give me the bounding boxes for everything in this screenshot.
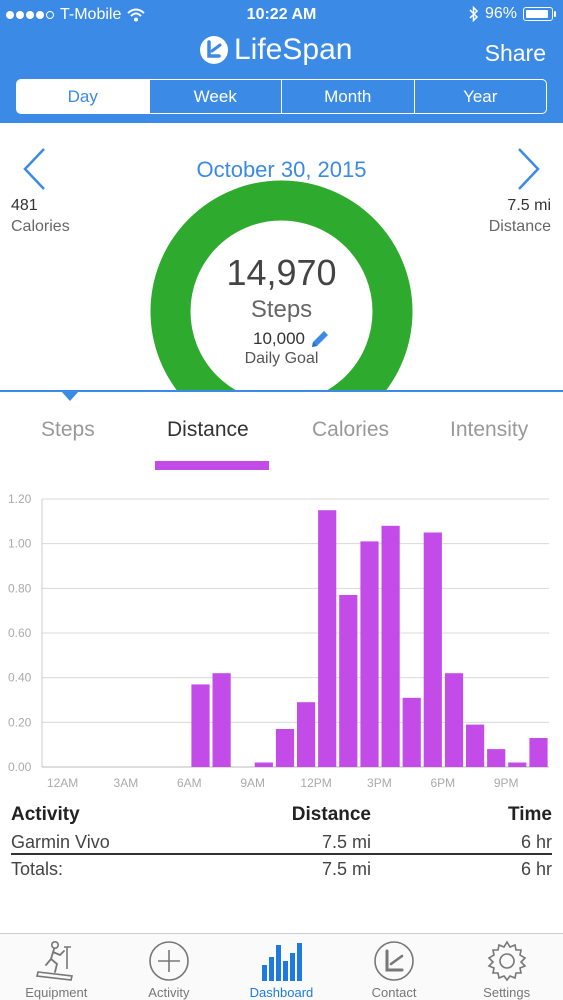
header-time: Time [507, 804, 552, 825]
header-distance: Distance [291, 804, 371, 825]
y-tick-label: 0.80 [8, 581, 32, 595]
row-distance: 7.5 mi [321, 832, 371, 852]
y-tick-label: 0.20 [8, 715, 32, 729]
tab-distance[interactable]: Distance [167, 418, 249, 442]
bar-1PM [318, 510, 337, 767]
nav-dashboard[interactable]: Dashboard [225, 934, 338, 1000]
distance-label: Distance [488, 218, 551, 235]
header-activity: Activity [11, 804, 80, 825]
metric-tabs: Steps Distance Calories Intensity [0, 418, 563, 458]
treadmill-icon [36, 940, 74, 981]
bar-12PM [297, 702, 316, 767]
totals-label: Totals: [11, 859, 64, 879]
segment-day[interactable]: Day [17, 80, 150, 113]
x-tick-label: 12PM [300, 776, 331, 790]
tab-steps[interactable]: Steps [41, 418, 95, 442]
battery-percent: 96% [484, 5, 517, 22]
y-tick-label: 0.40 [8, 671, 32, 685]
segment-year[interactable]: Year [415, 80, 547, 113]
bar-11PM [529, 738, 548, 767]
x-tick-label: 6PM [430, 776, 455, 790]
period-segmented-control: Day Week Month Year [16, 79, 547, 114]
bottom-tab-bar: Equipment Activity Dashboard Contact Set… [0, 933, 563, 1000]
nav-label-settings: Settings [483, 985, 531, 1000]
pencil-icon[interactable] [309, 328, 331, 350]
bar-4PM [381, 525, 400, 767]
gear-icon [487, 940, 527, 982]
battery-icon [523, 7, 556, 21]
brand-name: LifeSpan [234, 33, 353, 66]
distance-bar-chart: 0.00 0.20 0.40 0.60 0.80 1.00 1.20 12AM 3AM 6AM 9A… [8, 492, 549, 790]
y-tick-label: 1.20 [8, 492, 32, 506]
nav-label-contact: Contact [371, 985, 417, 1000]
brand: LifeSpan [200, 33, 352, 67]
lifespan-logo-icon [200, 36, 228, 64]
nav-label-equipment: Equipment [25, 985, 88, 1000]
bar-11AM [275, 729, 295, 767]
x-tick-label: 3AM [114, 776, 139, 790]
bar-7PM [444, 673, 464, 767]
status-right: 96% [469, 5, 556, 23]
segment-month[interactable]: Month [282, 80, 415, 113]
bar-7AM [191, 684, 210, 767]
bar-5PM [402, 697, 421, 767]
steps-label: Steps [250, 296, 313, 323]
goal-row[interactable]: 10,000 [253, 328, 331, 350]
lifespan-contact-icon [374, 941, 414, 981]
active-tab-underline [155, 461, 269, 470]
distance-stat: 7.5 mi Distance [489, 195, 551, 237]
bar-3PM [360, 541, 379, 767]
calories-label: Calories [11, 218, 70, 235]
calories-value: 481 [11, 197, 38, 214]
add-circle-icon [149, 941, 189, 981]
bar-9PM [487, 749, 506, 767]
nav-activity[interactable]: Activity [113, 934, 226, 1000]
goal-value: 10,000 [253, 329, 305, 348]
calories-stat: 481 Calories [11, 195, 70, 237]
nav-equipment[interactable]: Equipment [0, 934, 113, 1000]
x-tick-label: 12AM [47, 776, 78, 790]
status-bar: T-Mobile 10:22 AM 96% [0, 0, 563, 30]
nav-label-activity: Activity [148, 985, 190, 1000]
app-header: T-Mobile 10:22 AM 96% LifeSpan Share Day… [0, 0, 563, 123]
nav-settings[interactable]: Settings [450, 934, 563, 1000]
y-tick-label: 0.00 [8, 760, 32, 774]
x-tick-label: 6AM [177, 776, 202, 790]
tabs-divider [0, 390, 563, 392]
segment-week[interactable]: Week [150, 80, 282, 113]
share-button[interactable]: Share [485, 40, 546, 67]
bar-2PM [339, 595, 358, 767]
table-separator [11, 853, 552, 855]
bar-8AM [212, 673, 231, 767]
row-time: 6 hr [520, 832, 552, 852]
nav-label-dashboard: Dashboard [249, 985, 314, 1000]
bar-10PM [508, 762, 527, 767]
tab-pointer [61, 391, 79, 401]
bar-6PM [423, 532, 442, 767]
bar-8PM [466, 724, 485, 767]
goal-label: Daily Goal [244, 350, 319, 367]
bar-10AM [254, 762, 273, 767]
row-activity: Garmin Vivo [11, 832, 110, 852]
y-tick-label: 1.00 [8, 537, 32, 551]
x-tick-label: 9AM [240, 776, 265, 790]
tab-calories[interactable]: Calories [312, 418, 389, 442]
nav-contact[interactable]: Contact [338, 934, 451, 1000]
steps-value: 14,970 [226, 252, 337, 293]
x-tick-label: 3PM [367, 776, 392, 790]
y-tick-label: 0.60 [8, 626, 32, 640]
tab-intensity[interactable]: Intensity [450, 418, 528, 442]
bluetooth-icon [469, 6, 479, 22]
totals-distance: 7.5 mi [321, 859, 371, 879]
chevron-right-icon[interactable] [513, 146, 543, 192]
bar-chart-icon [262, 943, 303, 981]
distance-value: 7.5 mi [507, 197, 551, 214]
totals-time: 6 hr [520, 859, 552, 879]
x-tick-label: 9PM [494, 776, 519, 790]
